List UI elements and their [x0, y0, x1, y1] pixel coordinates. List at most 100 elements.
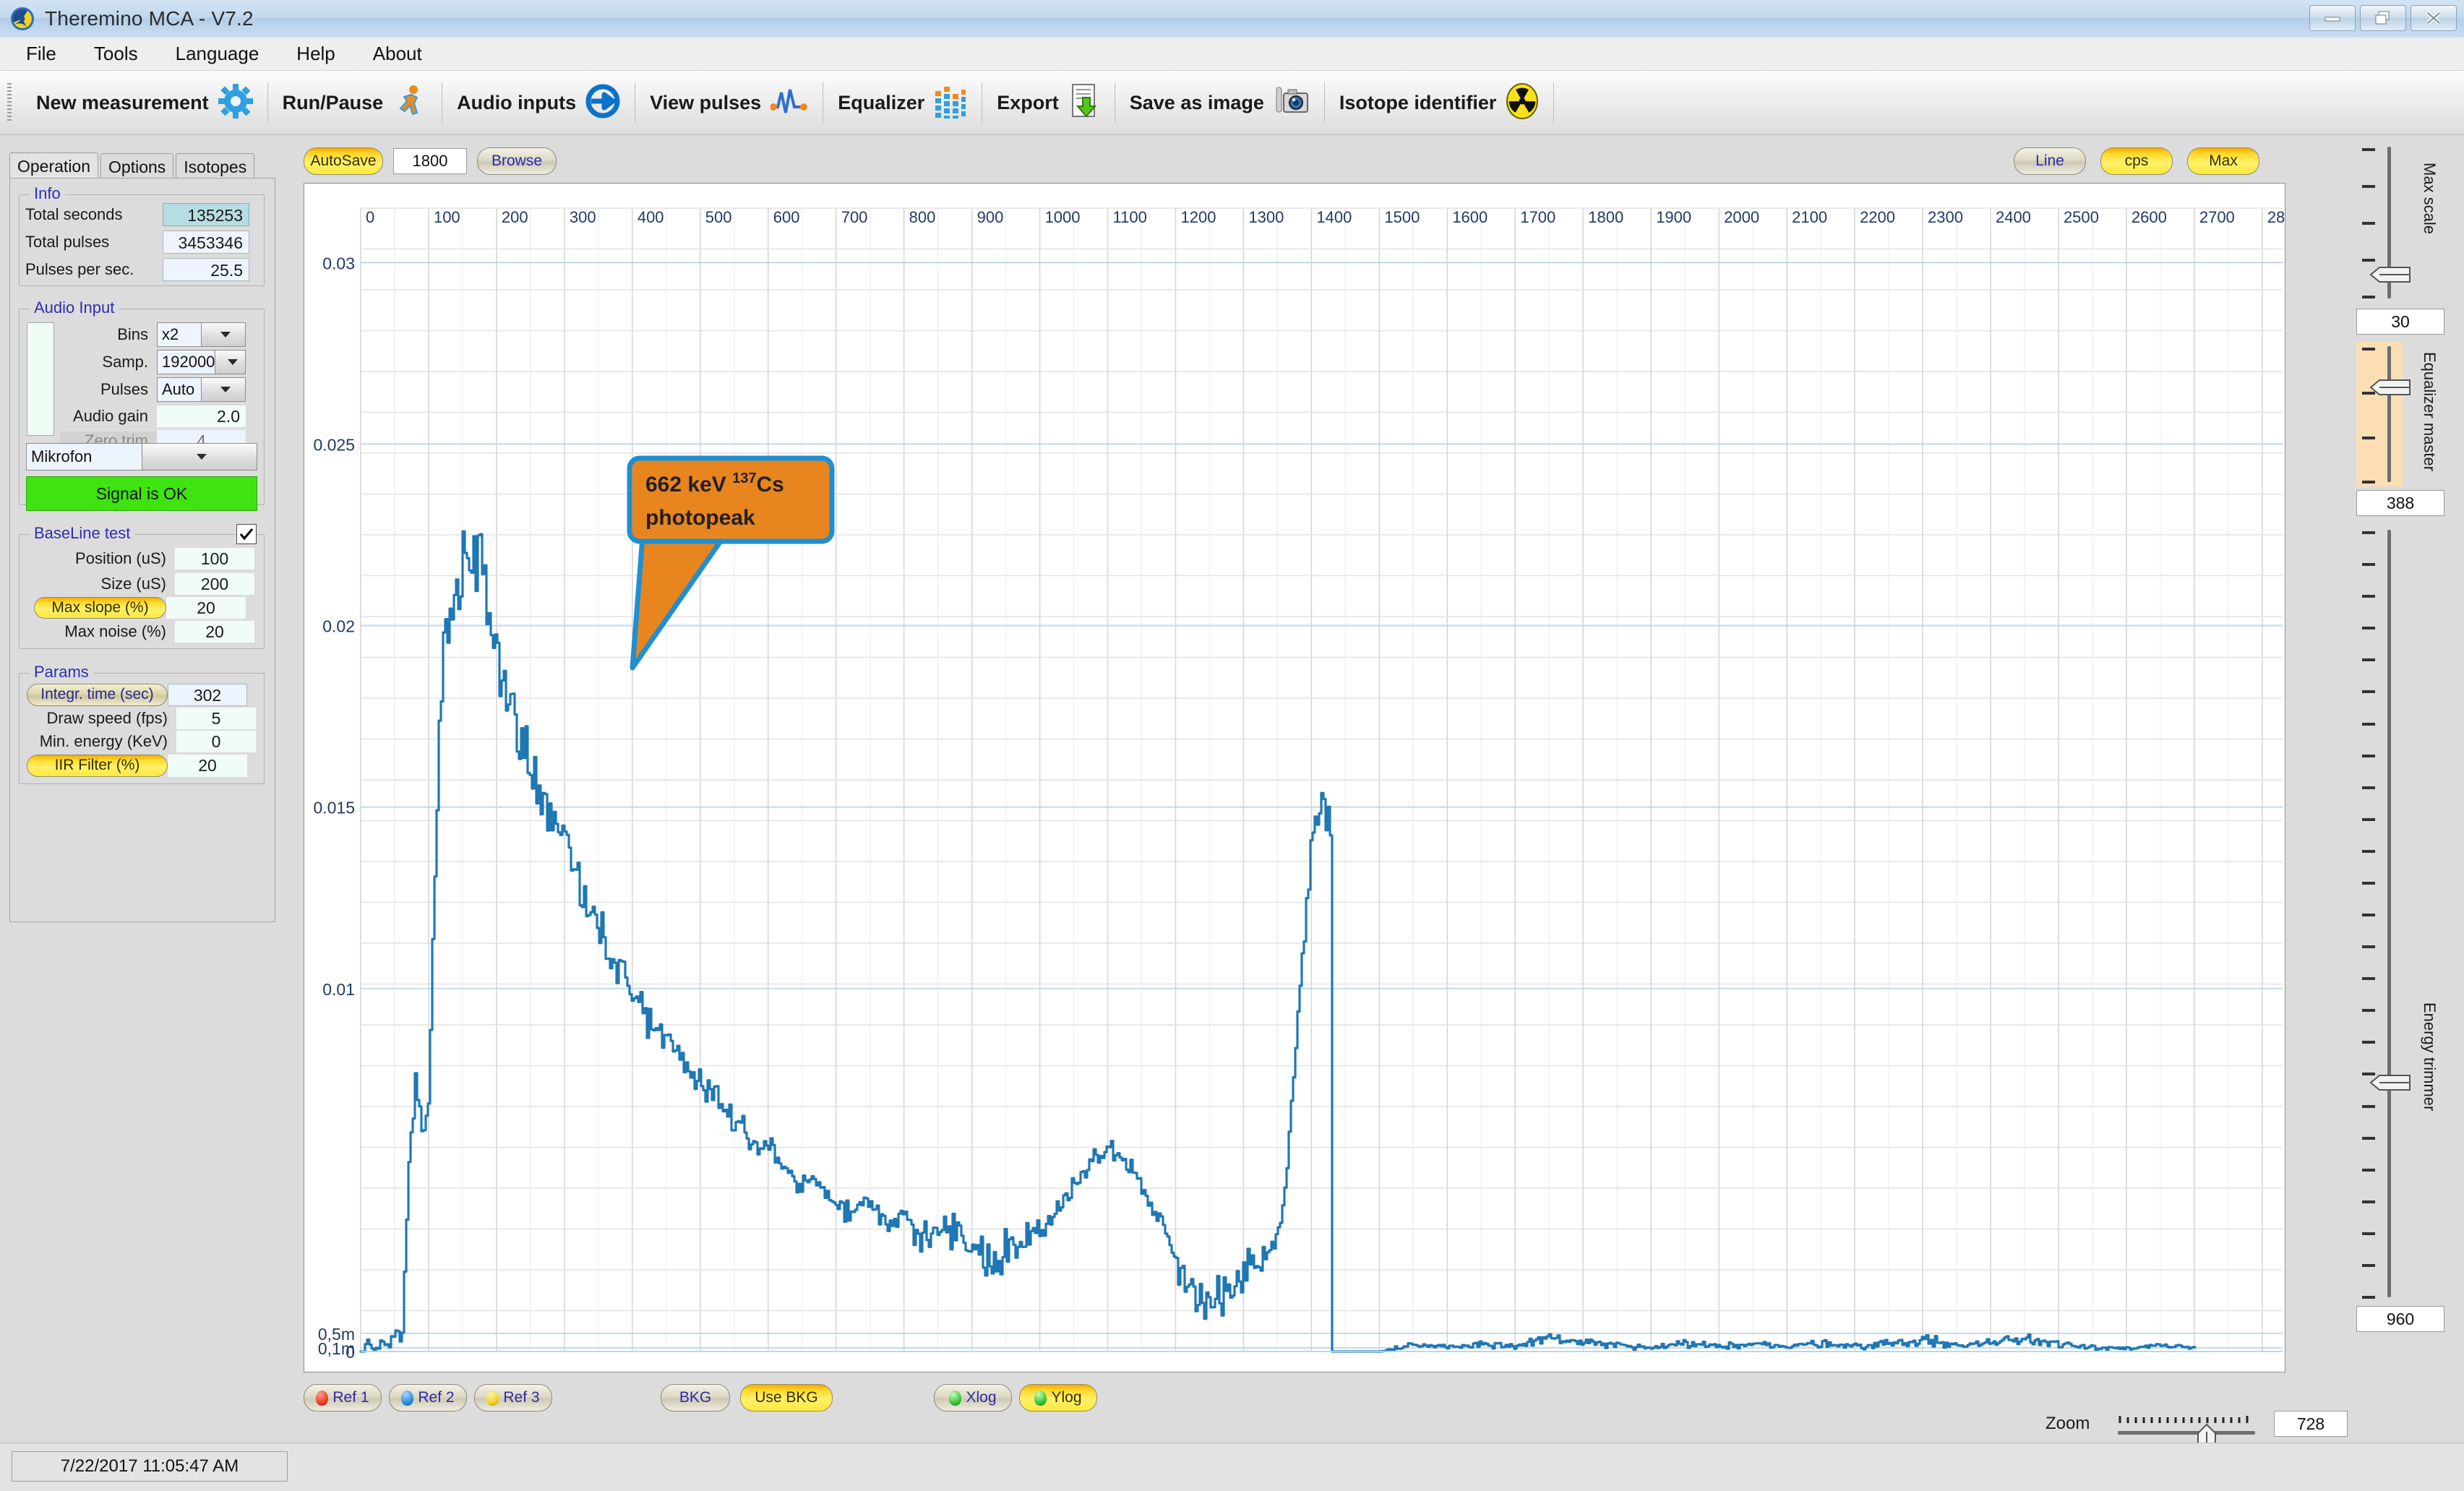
size-value[interactable]: 200: [175, 573, 254, 595]
energy-trimmer-thumb[interactable]: [2369, 1072, 2411, 1093]
tab-operation[interactable]: Operation: [9, 152, 99, 180]
equalizer-master-thumb[interactable]: [2369, 377, 2411, 398]
menu-item-tools[interactable]: Tools: [94, 43, 138, 65]
save-as-image-button[interactable]: Save as image: [1115, 77, 1324, 129]
integr-time-value[interactable]: 302: [168, 683, 247, 706]
close-button[interactable]: [2411, 5, 2457, 31]
sidebar-tabs: Operation Options Isotopes: [9, 152, 257, 180]
isotope-identifier-button[interactable]: Isotope identifier: [1325, 77, 1554, 129]
menu-item-language[interactable]: Language: [176, 43, 259, 65]
ref2-label: Ref 2: [418, 1389, 455, 1406]
browse-button[interactable]: Browse: [477, 147, 557, 175]
min-energy-value[interactable]: 0: [176, 731, 256, 752]
samp-select[interactable]: 192000: [157, 350, 246, 374]
equalizer-master-value[interactable]: 388: [2356, 490, 2444, 516]
toolbar: New measurement Run/Pause Audio inputs V…: [0, 71, 2464, 135]
autosave-button[interactable]: AutoSave: [304, 147, 383, 175]
total-seconds-value[interactable]: 135253: [163, 203, 249, 226]
energy-trimmer-rail[interactable]: [2387, 530, 2391, 1297]
view-pulses-label: View pulses: [650, 91, 762, 113]
zoom-slider[interactable]: [2118, 1404, 2255, 1451]
svg-text:0: 0: [366, 208, 374, 226]
bins-select[interactable]: x2: [157, 322, 246, 347]
iir-filter-value[interactable]: 20: [168, 754, 247, 777]
max-slope-value[interactable]: 20: [166, 597, 246, 619]
bkg-button[interactable]: BKG: [661, 1384, 730, 1411]
right-slider-bar: Max scale 30 Equalizer master 388 Energy…: [2353, 135, 2464, 1441]
baseline-row-position: Position (uS) 100: [25, 545, 258, 572]
size-label: Size (uS): [100, 575, 166, 593]
tab-isotopes[interactable]: Isotopes: [176, 153, 255, 180]
ref1-label: Ref 1: [332, 1389, 369, 1406]
iir-filter-button[interactable]: IIR Filter (%): [27, 754, 168, 777]
equalizer-master-rail[interactable]: [2387, 346, 2391, 482]
minimize-button[interactable]: [2309, 5, 2356, 31]
zoom-tick-marks: [2118, 1414, 2255, 1425]
restore-button[interactable]: [2360, 5, 2406, 31]
toolbar-grip[interactable]: [7, 83, 12, 122]
draw-speed-value[interactable]: 5: [176, 708, 256, 729]
line-mode-button[interactable]: Line: [2014, 147, 2086, 175]
menu-item-help[interactable]: Help: [296, 43, 335, 65]
audio-inputs-button[interactable]: Audio inputs: [442, 77, 635, 129]
ylog-button[interactable]: Ylog: [1019, 1384, 1097, 1411]
max-scale-value[interactable]: 30: [2356, 309, 2444, 335]
ref3-button[interactable]: Ref 3: [474, 1384, 552, 1411]
menu-item-about[interactable]: About: [373, 43, 422, 65]
chart-top-right-controls: Line cps Max: [2014, 147, 2259, 175]
title-bar: Theremino MCA - V7.2: [0, 0, 2464, 38]
equalizer-master-slider[interactable]: Equalizer master: [2353, 342, 2464, 486]
max-button[interactable]: Max: [2187, 147, 2259, 175]
energy-trimmer-value[interactable]: 960: [2356, 1306, 2444, 1332]
audio-gain-value[interactable]: 2.0: [157, 405, 246, 427]
equalizer-button[interactable]: Equalizer: [823, 77, 982, 129]
max-slope-button[interactable]: Max slope (%): [34, 597, 166, 619]
zoom-rail[interactable]: [2118, 1431, 2255, 1435]
chevron-down-icon[interactable]: [201, 378, 245, 401]
ref3-led-icon: [486, 1390, 499, 1406]
pulses-select[interactable]: Auto: [157, 377, 246, 402]
ref1-button[interactable]: Ref 1: [304, 1384, 382, 1411]
save-as-image-label: Save as image: [1129, 91, 1264, 113]
gear-icon: [218, 83, 253, 122]
chevron-down-icon[interactable]: [141, 444, 257, 470]
run-pause-button[interactable]: Run/Pause: [268, 77, 442, 129]
pulses-per-sec-value[interactable]: 25.5: [163, 258, 249, 281]
zoom-value[interactable]: 728: [2274, 1411, 2348, 1437]
energy-trimmer-slider[interactable]: Energy trimmer: [2353, 525, 2464, 1303]
ref2-button[interactable]: Ref 2: [389, 1384, 467, 1411]
max-scale-thumb[interactable]: [2369, 264, 2411, 285]
baseline-row-size: Size (uS) 200: [25, 572, 258, 596]
params-row-min-energy: Min. energy (KeV) 0: [25, 730, 258, 753]
spectrum-plot[interactable]: 0 0,1m 0,5m 0.01 0.015 0.02 0.025 0.03 0 100 200 30…: [304, 183, 2285, 1372]
position-value[interactable]: 100: [175, 548, 254, 570]
integr-time-button[interactable]: Integr. time (sec): [27, 683, 168, 706]
params-group: Params Integr. time (sec) 302 Draw speed…: [19, 663, 265, 784]
max-noise-value[interactable]: 20: [175, 621, 254, 643]
baseline-enable-checkbox[interactable]: [236, 524, 257, 544]
svg-text:2600: 2600: [2132, 208, 2167, 226]
total-pulses-value[interactable]: 3453346: [163, 231, 249, 254]
baseline-row-max-slope: Max slope (%) 20: [25, 596, 258, 620]
xlog-label: Xlog: [966, 1389, 997, 1406]
max-scale-slider[interactable]: Max scale: [2353, 142, 2464, 309]
arrow-into-circle-icon: [585, 84, 620, 122]
menu-item-file[interactable]: File: [26, 43, 56, 65]
tab-options[interactable]: Options: [100, 153, 174, 180]
view-pulses-button[interactable]: View pulses: [635, 77, 823, 129]
xlog-button[interactable]: Xlog: [934, 1384, 1012, 1411]
autosave-interval-input[interactable]: 1800: [393, 148, 467, 174]
chevron-down-icon[interactable]: [215, 351, 245, 374]
cps-button[interactable]: cps: [2100, 147, 2173, 175]
isotope-identifier-label: Isotope identifier: [1339, 91, 1497, 113]
svg-text:0.01: 0.01: [322, 980, 355, 999]
chevron-down-icon[interactable]: [201, 323, 245, 346]
audio-device-value: Mikrofon: [31, 447, 93, 465]
equalizer-bars-icon: [934, 84, 967, 122]
window-controls: [2309, 5, 2457, 31]
use-bkg-button[interactable]: Use BKG: [740, 1384, 833, 1411]
audio-device-select[interactable]: Mikrofon: [26, 443, 257, 470]
new-measurement-button[interactable]: New measurement: [22, 77, 267, 129]
export-button[interactable]: Export: [982, 77, 1115, 129]
radiation-icon: [10, 7, 35, 31]
